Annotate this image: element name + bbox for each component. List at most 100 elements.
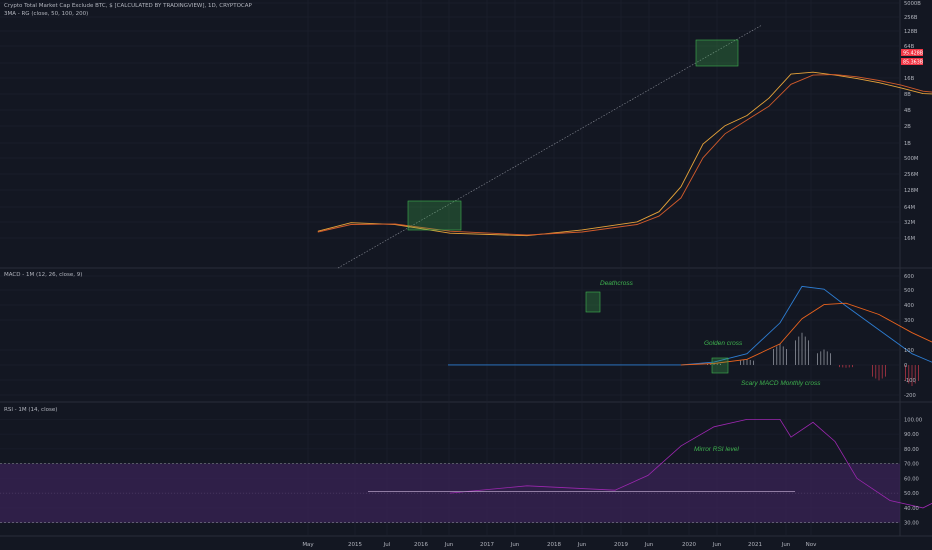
price-point [812, 74, 814, 76]
x-tick-label: Jun [510, 542, 520, 548]
x-tick-label: Jun [644, 542, 654, 548]
legend-rsi[interactable]: RSI - 1M (14, close) [4, 407, 57, 413]
macd-tick-label: 400 [904, 303, 914, 309]
price-tick-label: 256M [904, 172, 918, 178]
x-tick-label: Nov [806, 542, 817, 548]
macd-point [878, 329, 880, 331]
x-tick-label: Jun [781, 542, 791, 548]
x-tick-label: 2019 [614, 542, 628, 548]
macd-point [680, 364, 682, 366]
x-tick-label: Jul [383, 542, 391, 548]
rsi-tick-label: 50.00 [904, 491, 919, 497]
macd-point [878, 314, 880, 315]
macd-point [801, 318, 803, 319]
legend-main-title[interactable]: Crypto Total Market Cap Exclude BTC, $ [… [4, 3, 252, 9]
price-point [702, 157, 704, 159]
rsi-point [790, 436, 792, 438]
box-golden-cross [711, 357, 729, 374]
macd-tick-label: 0 [904, 363, 907, 369]
price-tick-label: 64M [904, 205, 915, 211]
rsi-point [779, 419, 781, 420]
annotation-scary-macd: Scary MACD Monthly cross [741, 380, 821, 387]
price-point [746, 115, 748, 116]
rsi-point [856, 478, 858, 479]
price-point [680, 197, 682, 199]
price-point [856, 78, 858, 79]
price-point [350, 224, 352, 225]
rsi-point [834, 441, 836, 442]
price-point [724, 125, 726, 127]
x-tick-label: 2020 [682, 542, 696, 548]
price-point [317, 231, 319, 233]
macd-point [746, 359, 748, 360]
x-tick-label: Jun [444, 542, 454, 548]
price-point [746, 119, 748, 121]
price-point [581, 229, 583, 231]
price-point [317, 230, 319, 232]
legend-moving-averages[interactable]: 3MA - RG (close, 50, 100, 200) [4, 11, 88, 17]
macd-point [845, 302, 847, 304]
price-point [812, 71, 814, 73]
price-point [680, 186, 682, 188]
price-point [581, 231, 583, 233]
price-point [526, 234, 528, 236]
price-point [702, 143, 704, 145]
price-point [658, 215, 660, 217]
price-badge-1-text: 95.428B [903, 51, 923, 57]
annotation-deathcross: Deathcross [600, 280, 634, 287]
price-point [350, 222, 352, 224]
macd-point [779, 322, 781, 324]
price-point [834, 74, 836, 75]
price-tick-label: 128B [904, 29, 918, 35]
macd-point [746, 353, 748, 355]
legend-macd[interactable]: MACD - 1M (12, 26, close, 9) [4, 272, 82, 278]
macd-tick-label: -100 [904, 378, 916, 384]
rsi-tick-label: 80.00 [904, 447, 919, 453]
rsi-point [812, 422, 814, 423]
price-point [768, 105, 770, 107]
rsi-point [526, 485, 528, 487]
chart-canvas[interactable]: May 2015 Jul 2016 Jun 2017 Jun 2018 Jun 2019 Jun 20… [0, 0, 932, 550]
price-point [636, 221, 638, 223]
price-point [878, 80, 880, 81]
rsi-point [713, 426, 715, 428]
price-point [878, 82, 880, 83]
macd-point [911, 332, 913, 333]
price-tick-label: 16B [904, 76, 915, 82]
rsi-tick-label: 30.00 [904, 521, 919, 527]
macd-point [823, 304, 825, 305]
macd-point [801, 286, 803, 287]
price-point [922, 93, 924, 94]
x-tick-label: Jun [577, 542, 587, 548]
price-point [658, 211, 660, 212]
price-point [449, 232, 451, 234]
macd-tick-label: 100 [904, 348, 914, 354]
price-tick-label: 128M [904, 188, 918, 194]
x-tick-label: 2016 [414, 542, 428, 548]
rsi-tick-label: 100.00 [904, 417, 922, 423]
price-tick-label: 500M [904, 156, 918, 162]
price-point [900, 87, 902, 89]
annotation-golden-cross: Golden cross [704, 340, 743, 347]
rsi-point [647, 475, 649, 476]
rsi-point [449, 492, 451, 494]
macd-point [779, 343, 781, 345]
price-point [449, 230, 451, 232]
price-point [856, 76, 858, 78]
price-point [636, 224, 638, 225]
price-point [394, 223, 396, 225]
price-tick-label: 4B [904, 108, 911, 114]
box-deathcross [585, 291, 601, 313]
macd-tick-label: -200 [904, 393, 916, 399]
x-tick-label: 2015 [348, 542, 362, 548]
rsi-point [746, 419, 748, 420]
rsi-tick-label: 60.00 [904, 476, 919, 482]
box-2016-low [407, 200, 462, 231]
price-tick-label: 1B [904, 141, 911, 147]
price-point [922, 90, 924, 92]
price-tick-label: 2B [904, 124, 911, 130]
rsi-tick-label: 40.00 [904, 506, 919, 512]
macd-tick-label: 500 [904, 288, 914, 294]
macd-tick-label: 300 [904, 318, 914, 324]
price-point [526, 235, 528, 236]
